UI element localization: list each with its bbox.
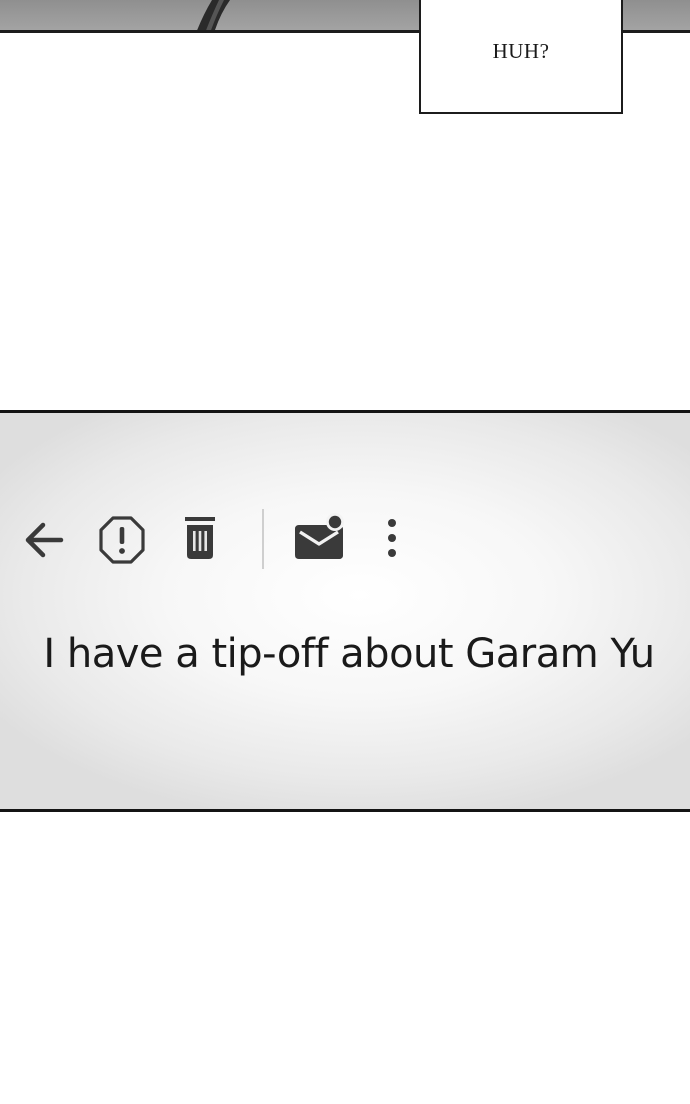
speech-text: HUH? <box>492 38 550 63</box>
email-screen-panel: I have a tip-off about Garam Yu <box>0 410 690 812</box>
report-spam-icon <box>99 516 145 564</box>
mark-unread-button[interactable] <box>293 513 349 563</box>
report-spam-button[interactable] <box>98 515 146 565</box>
back-button[interactable] <box>21 517 67 563</box>
speech-box: HUH? <box>419 0 623 114</box>
mark-unread-icon <box>295 513 344 559</box>
back-arrow-icon <box>25 522 64 558</box>
trash-icon <box>185 517 215 559</box>
email-subject: I have a tip-off about Garam Yu <box>43 631 655 677</box>
more-options-button[interactable] <box>381 517 403 561</box>
more-vert-icon <box>388 519 396 557</box>
delete-button[interactable] <box>183 513 217 563</box>
toolbar-divider <box>262 509 264 569</box>
